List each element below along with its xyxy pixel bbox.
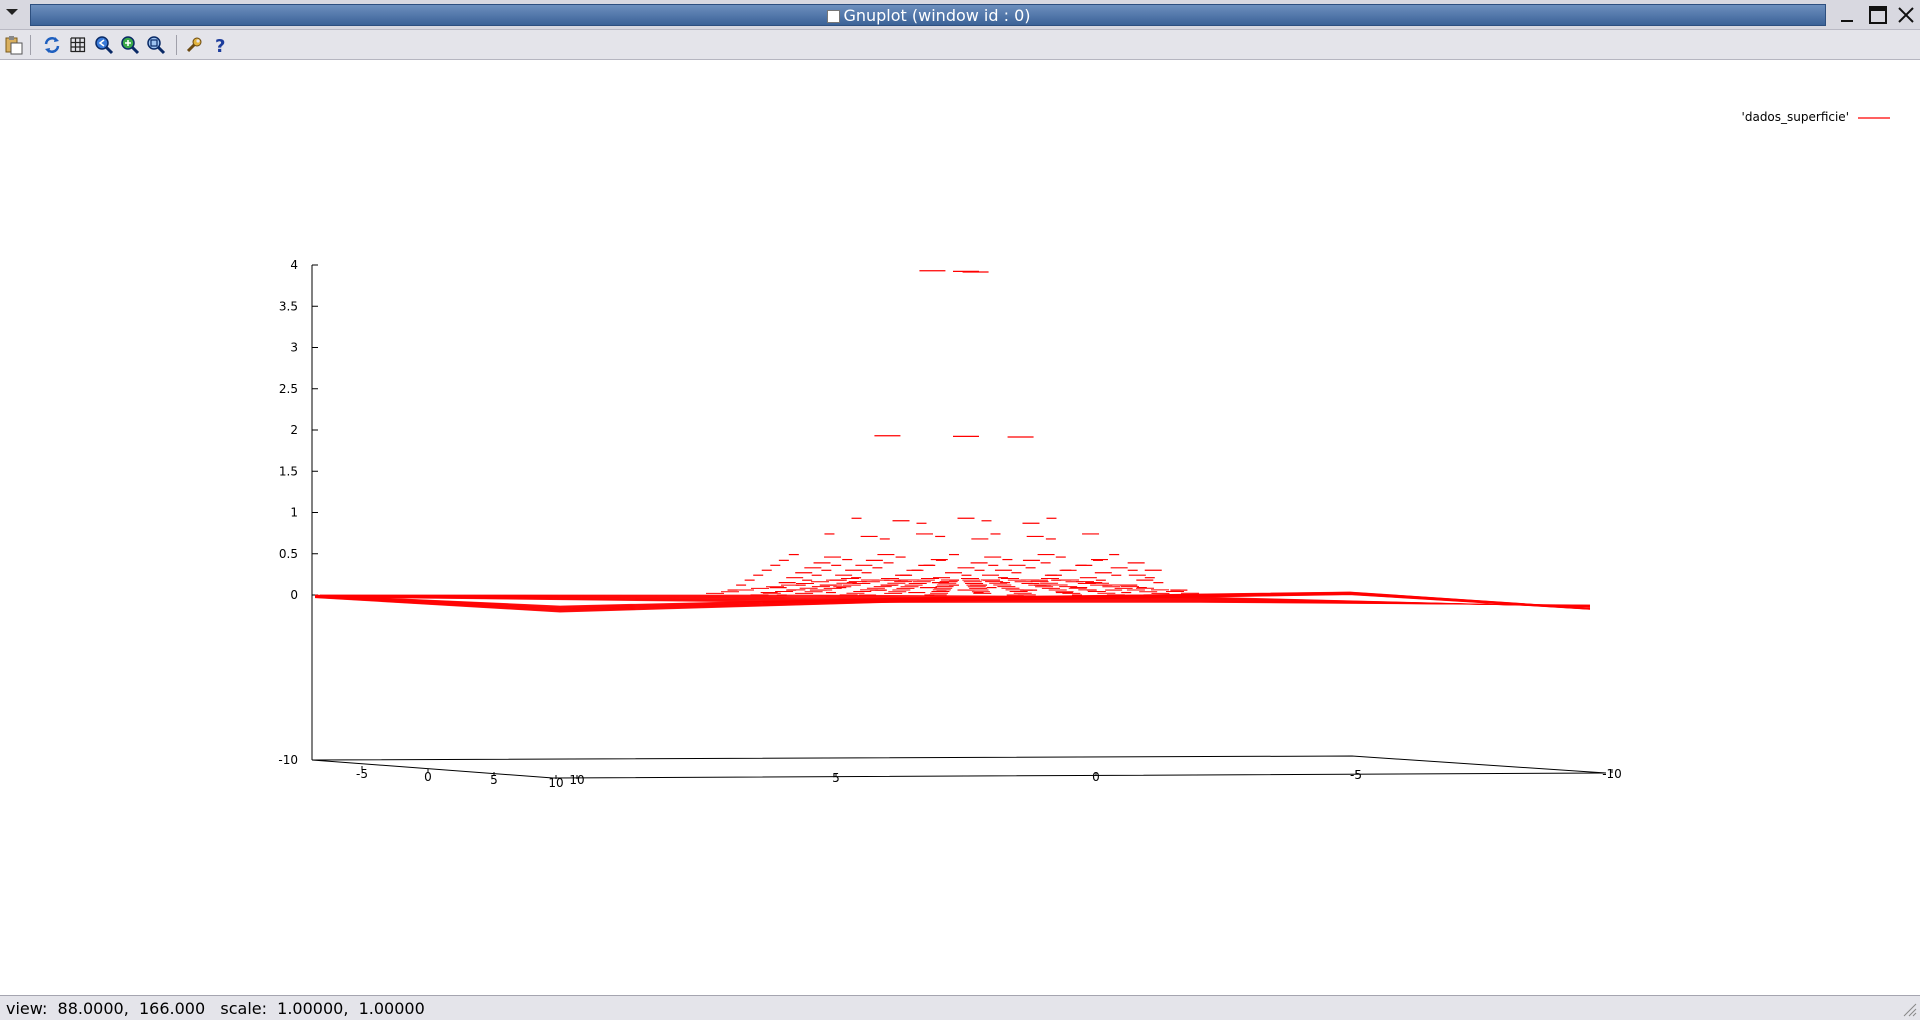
legend-label: 'dados_superficie' [1742,110,1849,124]
window-title-wrap: Gnuplot (window id : 0) [31,5,1827,26]
z-tick-label: 1 [290,506,298,520]
z-tick-label: 0.5 [279,547,298,561]
y-tick-label: -10 [1602,767,1622,781]
plot-canvas[interactable]: 'dados_superficie' 4 3.5 3 2.5 2 1.5 1 0.5 0 -10 -… [0,60,1920,995]
status-text: view: 88.0000, 166.000 scale: 1.00000, 1… [6,999,425,1018]
zoom-autoscale-icon [147,36,166,55]
z-tick-label: 2 [290,423,298,437]
minimize-button[interactable] [1835,4,1859,26]
replot-button[interactable] [42,35,62,55]
y-tick-label: 10 [569,773,584,787]
zoom-next-icon [121,36,140,55]
x-tick-label: 0 [424,770,432,784]
grid-icon [70,37,86,53]
toolbar-separator [176,35,177,55]
z-tick-label: 3.5 [279,299,298,313]
minimize-icon [1841,20,1853,22]
window-title: Gnuplot (window id : 0) [843,6,1031,25]
z-tick-label: 1.5 [279,464,298,478]
refresh-icon [44,37,60,53]
close-button[interactable] [1894,4,1918,26]
title-area[interactable]: Gnuplot (window id : 0) [30,4,1826,26]
base-back-edge [311,755,1607,774]
autoscale-button[interactable] [146,35,166,55]
x-tick-label: 10 [548,776,563,790]
legend: 'dados_superficie' [1742,110,1890,124]
options-button[interactable] [184,35,204,55]
base-front-edge [311,759,1607,779]
y-tick-label: 5 [832,771,840,785]
y-tick-label: 0 [1092,770,1100,784]
x-tick-label: -5 [356,767,368,781]
zoom-next-button[interactable] [120,35,140,55]
svg-text:?: ? [215,36,225,55]
toolbar: ? [0,30,1920,60]
window-titlebar[interactable]: Gnuplot (window id : 0) [0,0,1920,30]
zoom-previous-button[interactable] [94,35,114,55]
wrench-icon [186,37,202,53]
toggle-grid-button[interactable] [68,35,88,55]
maximize-icon [1869,6,1887,24]
y-tick-label: -5 [1350,768,1362,782]
z-tick-label: 0 [290,588,298,602]
x-tick-label: 5 [490,773,498,787]
z-tick-label: 4 [290,258,298,272]
close-icon [1898,7,1914,23]
zoom-previous-icon [95,36,114,55]
resize-grip-icon[interactable] [1901,1001,1917,1017]
maximize-button[interactable] [1866,4,1890,26]
surface-mesh [314,270,1591,613]
statusbar: view: 88.0000, 166.000 scale: 1.00000, 1… [0,995,1920,1020]
toolbar-separator [30,35,31,55]
gnuplot-app-icon [827,10,841,23]
z-tick-label: 2.5 [279,382,298,396]
clipboard-icon [5,36,23,55]
plot-axes: 4 3.5 3 2.5 2 1.5 1 0.5 0 -10 -5 0 5 10 10 5 0 -5 -10 [278,258,1621,790]
window-menu-icon[interactable] [6,9,18,15]
z-tick-label: -10 [278,753,298,767]
help-button[interactable]: ? [210,35,230,57]
help-icon: ? [215,36,225,57]
z-tick-label: 3 [290,341,298,355]
copy-to-clipboard-button[interactable] [4,35,24,55]
